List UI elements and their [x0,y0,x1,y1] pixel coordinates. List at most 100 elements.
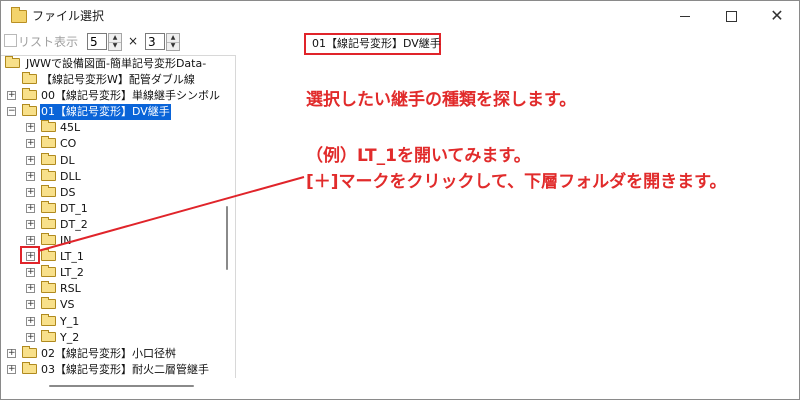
tree-item-label: 00【線記号変形】単線継手シンボル [41,89,220,102]
folder-icon [41,314,56,326]
tree-root[interactable]: JWWで設備図面-簡単記号変形Data- [1,56,235,72]
expander-highlight-box [20,246,40,264]
tree-item[interactable]: + DL [1,153,235,169]
expand-icon[interactable]: + [26,317,35,326]
times-label: × [128,34,139,48]
tree-item[interactable]: + LT_2 [1,265,235,281]
spin-down-icon[interactable]: ▼ [167,42,179,50]
folder-icon [41,201,56,213]
columns-spinner[interactable]: ▲ ▼ [108,33,122,51]
expand-icon[interactable]: + [26,300,35,309]
folder-icon [41,281,56,293]
tree-item-label: 【線記号変形W】配管ダブル線 [41,73,195,86]
tree-item-label: 03【線記号変形】耐火二層管継手 [41,363,209,376]
tree-root-label: JWWで設備図面-簡単記号変形Data- [26,57,207,70]
expand-icon[interactable]: + [26,268,35,277]
expand-icon[interactable]: + [7,91,16,100]
tree-item[interactable]: + DT_2 [1,217,235,233]
expand-icon[interactable]: + [26,236,35,245]
rows-field[interactable]: 3 [145,33,165,50]
expand-icon[interactable]: + [7,365,16,374]
tree-item-label: VS [60,298,75,311]
folder-icon [22,104,37,116]
tree-item-label: LT_1 [60,250,84,263]
tree-item[interactable]: + Y_1 [1,314,235,330]
tree-item[interactable]: 【線記号変形W】配管ダブル線 [1,72,235,88]
tree-item[interactable]: − 01【線記号変形】DV継手 [1,104,235,120]
folder-icon [22,346,37,358]
tree-item-label: LT_2 [60,266,84,279]
tree-item[interactable]: + DS [1,185,235,201]
folder-icon [41,136,56,148]
folder-icon [41,185,56,197]
tree-item[interactable]: + Y_2 [1,330,235,346]
folder-icon [41,265,56,277]
title-bar: ファイル選択 ✕ [1,1,799,31]
expand-icon[interactable]: + [26,172,35,181]
expand-icon[interactable]: + [26,333,35,342]
tree-item-label: DT_2 [60,218,88,231]
close-button[interactable]: ✕ [754,1,799,31]
tree-item[interactable]: + RSL [1,281,235,297]
folder-tree[interactable]: JWWで設備図面-簡単記号変形Data- 【線記号変形W】配管ダブル線 +00【線… [1,55,236,378]
folder-icon [41,120,56,132]
expand-icon[interactable]: + [7,349,16,358]
folder-icon [22,362,37,374]
expand-icon[interactable]: + [26,188,35,197]
list-view-label: リスト表示 [18,35,79,49]
expand-icon[interactable]: + [26,204,35,213]
folder-icon [41,153,56,165]
tree-item-label: IN [60,234,72,247]
collapse-icon[interactable]: − [7,107,16,116]
columns-field[interactable]: 5 [87,33,107,50]
folder-icon [22,88,37,100]
tree-vertical-scrollbar[interactable] [226,206,228,270]
instruction-line-3: [＋]マークをクリックして、下層フォルダを開きます。 [306,172,727,192]
tree-item-label: 02【線記号変形】小口径桝 [41,347,176,360]
folder-icon [5,56,20,68]
tree-item[interactable]: +45L [1,120,235,136]
tree-item-label: DT_1 [60,202,88,215]
tree-item-label: DS [60,186,76,199]
tree-item-label: DL [60,154,75,167]
folder-app-icon [11,7,27,23]
folder-icon [41,330,56,342]
folder-icon [41,297,56,309]
folder-icon [22,72,37,84]
folder-icon [41,169,56,181]
expand-icon[interactable]: + [26,220,35,229]
rows-spinner[interactable]: ▲ ▼ [166,33,180,51]
window-title: ファイル選択 [32,9,105,23]
tree-item[interactable]: + DT_1 [1,201,235,217]
spin-down-icon[interactable]: ▼ [109,42,121,50]
close-icon: ✕ [770,6,784,25]
expand-icon[interactable]: + [26,123,35,132]
tree-item[interactable]: +02【線記号変形】小口径桝 [1,346,235,362]
tree-item-label: Y_1 [60,315,80,328]
tree-item[interactable]: +03【線記号変形】耐火二層管継手 [1,362,235,378]
instruction-line-2: （例）LT_1を開いてみます。 [306,146,531,166]
tree-item-label: 01【線記号変形】DV継手 [40,104,171,120]
folder-icon [41,217,56,229]
folder-icon [41,233,56,245]
tree-horizontal-scrollbar[interactable] [49,385,194,387]
minimize-button[interactable] [662,1,708,31]
instruction-line-1: 選択したい継手の種類を探します。 [306,90,577,110]
tree-item[interactable]: + DLL [1,169,235,185]
tree-item[interactable]: +00【線記号変形】単線継手シンボル [1,88,235,104]
tree-item-label: CO [60,137,77,150]
expand-icon[interactable]: + [26,156,35,165]
tree-item-label: Y_2 [60,331,80,344]
tree-item-label: 45L [60,121,81,134]
maximize-button[interactable] [708,1,754,31]
list-view-checkbox[interactable] [4,34,17,47]
file-select-window: ファイル選択 ✕ リスト表示 5 ▲ ▼ × 3 ▲ ▼ 01【線記号変形】DV… [0,0,800,400]
tree-item-label: DLL [60,170,81,183]
folder-icon [41,249,56,261]
expand-icon[interactable]: + [26,139,35,148]
minimize-icon [680,15,690,17]
maximize-icon [725,10,737,22]
tree-item[interactable]: + VS [1,297,235,313]
expand-icon[interactable]: + [26,284,35,293]
tree-item[interactable]: + CO [1,136,235,152]
